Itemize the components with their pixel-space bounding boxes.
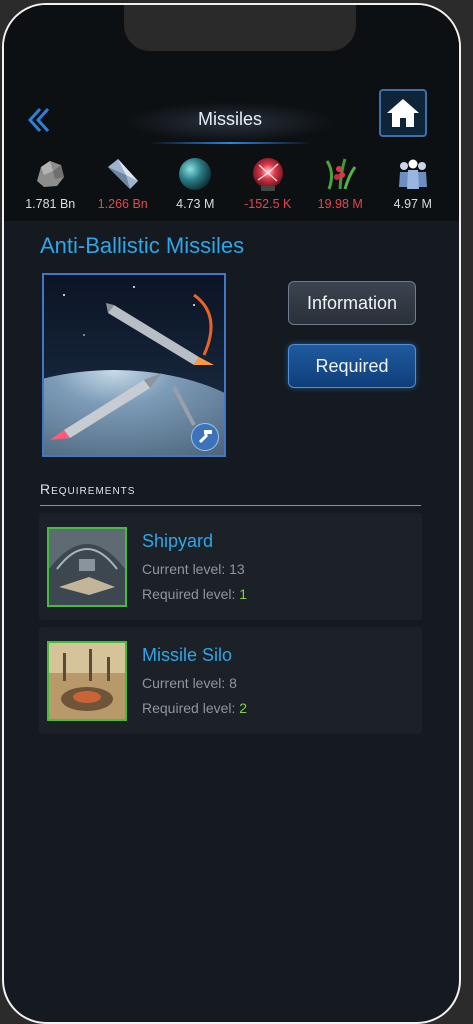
food-plant-icon (325, 158, 357, 190)
resource-deuterium[interactable]: 4.73 M (159, 155, 232, 217)
population-icon (398, 159, 427, 189)
crystal-icon (107, 159, 138, 189)
home-button[interactable] (379, 89, 427, 137)
required-level: Required level: 1 (142, 586, 247, 602)
required-level-value: 1 (239, 586, 248, 602)
required-level-label: Required level: (142, 586, 240, 602)
requirements-heading: Requirements (40, 481, 136, 497)
resource-population[interactable]: 4.97 M (377, 155, 450, 217)
requirement-name: Missile Silo (142, 645, 233, 665)
resource-metal[interactable]: 1.781 Bn (14, 155, 87, 217)
information-button[interactable]: Information (288, 281, 416, 325)
resource-value: 1.781 Bn (25, 197, 76, 211)
hammer-icon (198, 430, 212, 444)
requirement-name: Shipyard (142, 531, 214, 551)
back-button[interactable] (24, 105, 54, 135)
required-level: Required level: 2 (142, 700, 247, 716)
chevron-left-double-icon (27, 107, 50, 133)
resource-value: 1.266 Bn (97, 197, 148, 211)
requirement-card-missile-silo[interactable]: Missile Silo Current level: 8 Required l… (39, 627, 422, 734)
requirement-card-shipyard[interactable]: Shipyard Current level: 13 Required leve… (39, 513, 422, 620)
deuterium-orb-icon (179, 158, 212, 190)
metal-ore-icon (37, 161, 65, 187)
missile-silo-thumbnail (47, 641, 127, 721)
current-level: Current level: 13 (142, 561, 245, 577)
resource-crystal[interactable]: 1.266 Bn (87, 155, 160, 217)
item-image[interactable] (42, 273, 226, 457)
required-level-label: Required level: (142, 700, 240, 716)
page-title: Missiles (197, 109, 262, 129)
required-button[interactable]: Required (288, 344, 416, 388)
resource-value: 4.97 M (393, 197, 432, 211)
notch (124, 5, 356, 51)
title-underline (149, 142, 311, 144)
energy-plasma-icon (252, 158, 283, 191)
home-icon (387, 99, 419, 127)
shipyard-image (49, 529, 125, 605)
resource-bar: 1.781 Bn 1.266 Bn 4.73 M -152.5 K 19.98 … (14, 155, 449, 217)
current-level: Current level: 8 (142, 675, 237, 691)
build-badge[interactable] (191, 423, 219, 451)
shipyard-thumbnail (47, 527, 127, 607)
required-level-value: 2 (239, 700, 248, 716)
missile-silo-image (49, 643, 125, 719)
resource-value: 19.98 M (317, 197, 363, 211)
phone-frame: Missiles 1.781 Bn 1.266 Bn 4.73 M -152.5… (2, 3, 461, 1024)
resource-value: -152.5 K (244, 197, 292, 211)
resource-value: 4.73 M (176, 197, 215, 211)
item-title: Anti-Ballistic Missiles (40, 233, 245, 258)
resource-food[interactable]: 19.98 M (304, 155, 377, 217)
divider (40, 505, 421, 506)
resource-energy[interactable]: -152.5 K (232, 155, 305, 217)
